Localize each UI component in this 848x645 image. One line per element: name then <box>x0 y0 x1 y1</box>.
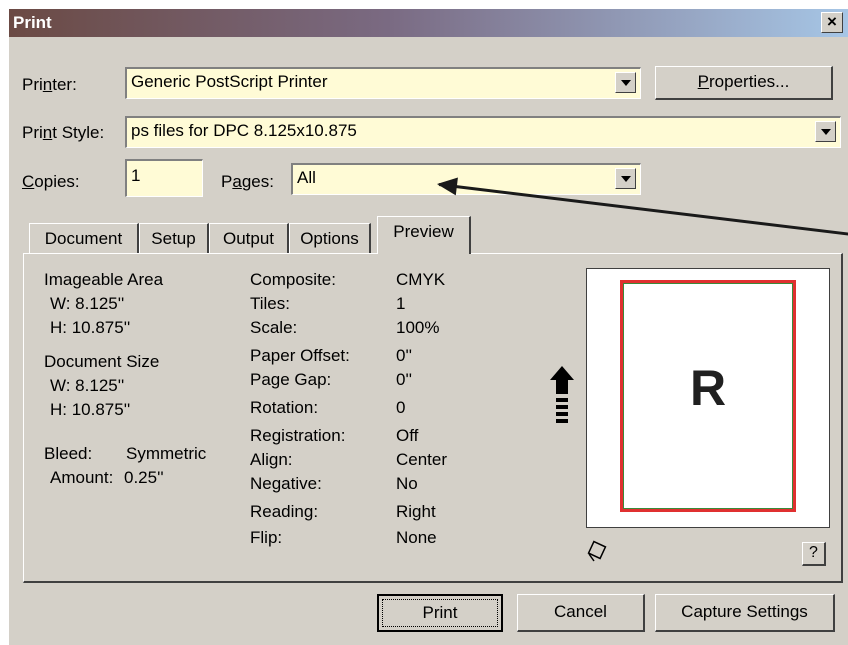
imageable-area-height: H: 10.875'' <box>50 318 131 337</box>
bleed-value: Symmetric <box>126 444 207 463</box>
setting-value: No <box>396 474 418 493</box>
print-style-select[interactable]: ps files for DPC 8.125x10.875 <box>125 116 841 148</box>
setting-value: Center <box>396 450 448 469</box>
setting-label: Paper Offset: <box>250 346 350 365</box>
tab-preview[interactable]: Preview <box>377 216 471 254</box>
properties-button[interactable]: Properties... <box>655 66 833 100</box>
setting-value: CMYK <box>396 270 446 289</box>
setting-value: Off <box>396 426 419 445</box>
setting-value: 1 <box>396 294 406 313</box>
printer-select[interactable]: Generic PostScript Printer <box>125 67 641 99</box>
setting-label: Align: <box>250 450 293 469</box>
page-preview-letter: R <box>689 360 727 416</box>
setting-value: 0'' <box>396 346 412 365</box>
printer-label: Printer: <box>22 75 77 94</box>
print-button-focus-ring <box>382 599 498 627</box>
print-style-dropdown-arrow[interactable] <box>815 121 836 142</box>
setting-label: Page Gap: <box>250 370 332 389</box>
tab-setup[interactable]: Setup <box>139 223 209 255</box>
page-bleed-border: R <box>620 280 796 512</box>
setting-label: Scale: <box>250 318 298 337</box>
setting-value: 0'' <box>396 370 412 389</box>
copies-input[interactable]: 1 <box>125 159 203 197</box>
dialog-title: Print <box>13 13 52 32</box>
print-style-label: Print Style: <box>22 123 105 142</box>
rotate-page-icon[interactable] <box>584 538 610 564</box>
help-button[interactable]: ? <box>802 542 826 566</box>
setting-label: Registration: <box>250 426 346 445</box>
print-button[interactable]: Print <box>377 594 503 632</box>
setting-label: Composite: <box>250 270 336 289</box>
pages-dropdown-arrow[interactable] <box>615 168 636 189</box>
imageable-area-width: W: 8.125'' <box>50 294 125 313</box>
title-bar[interactable]: Print × <box>9 9 848 37</box>
setting-value: 100% <box>396 318 440 337</box>
setting-label: Tiles: <box>250 294 290 313</box>
pages-select[interactable]: All <box>291 163 641 195</box>
page-trim-border: R <box>623 283 793 509</box>
page-preview[interactable]: R <box>586 268 830 528</box>
document-size-height: H: 10.875'' <box>50 400 131 419</box>
setting-value: Right <box>396 502 436 521</box>
bleed-label: Bleed: <box>44 444 93 463</box>
amount-value: 0.25'' <box>124 468 164 487</box>
printer-dropdown-arrow[interactable] <box>615 72 636 93</box>
preview-panel: Imageable Area W: 8.125'' H: 10.875'' Do… <box>23 253 843 583</box>
document-size-width: W: 8.125'' <box>50 376 125 395</box>
annotation-arrow-head <box>435 175 458 196</box>
document-size-title: Document Size <box>44 352 160 371</box>
setting-label: Rotation: <box>250 398 319 417</box>
tab-document[interactable]: Document <box>29 223 139 255</box>
close-button[interactable]: × <box>821 12 843 33</box>
orientation-up-arrow-icon[interactable] <box>548 364 576 430</box>
amount-label: Amount: <box>50 468 114 487</box>
pages-label: Pages: <box>221 172 274 191</box>
setting-label: Flip: <box>250 528 283 547</box>
capture-settings-button[interactable]: Capture Settings <box>655 594 835 632</box>
cancel-button[interactable]: Cancel <box>517 594 645 632</box>
tab-options[interactable]: Options <box>289 223 371 255</box>
setting-value: 0 <box>396 398 406 417</box>
setting-value: None <box>396 528 437 547</box>
tab-output[interactable]: Output <box>209 223 289 255</box>
setting-label: Negative: <box>250 474 322 493</box>
imageable-area-title: Imageable Area <box>44 270 164 289</box>
copies-label: Copies: <box>22 172 80 191</box>
annotation-arrow-line <box>438 183 848 238</box>
setting-label: Reading: <box>250 502 319 521</box>
print-dialog: Print × Printer: Generic PostScript Prin… <box>8 8 848 645</box>
